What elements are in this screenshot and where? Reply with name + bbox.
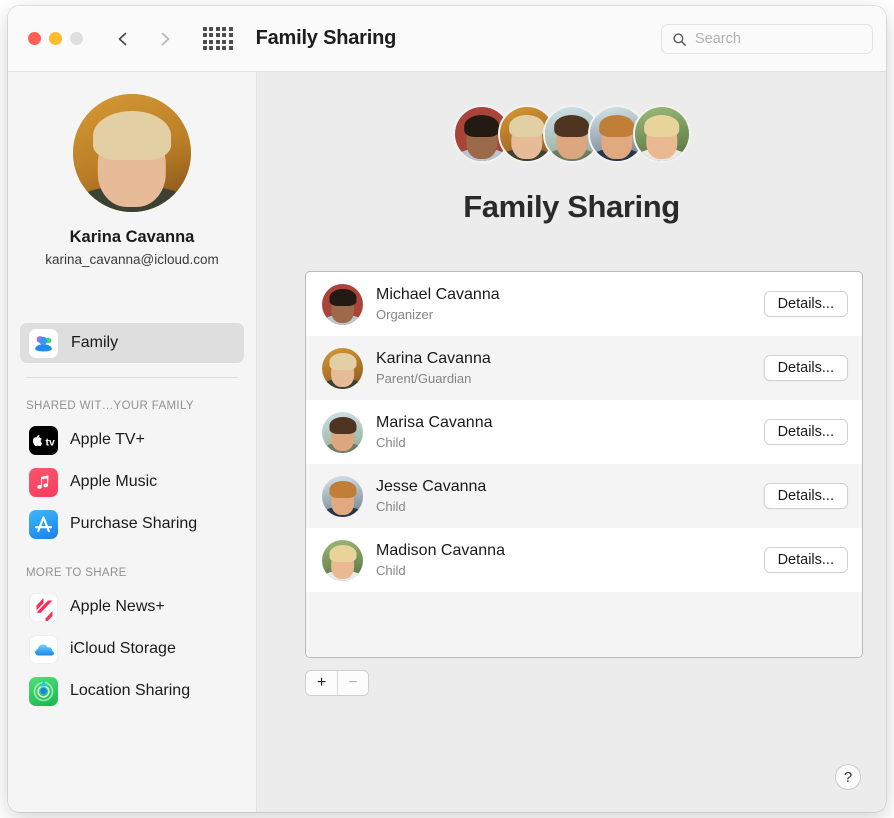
chevron-left-icon [118,32,127,45]
sidebar: Karina Cavanna karina_cavanna@icloud.com… [8,72,257,812]
family-avatar-cluster [257,72,886,163]
sidebar-item-apple-news-plus[interactable]: Apple News+ [8,586,256,628]
member-role: Parent/Guardian [376,371,472,386]
app-store-icon [29,509,58,539]
karina-avatar [73,94,191,212]
sidebar-item-label: Purchase Sharing [70,515,198,532]
member-name: Karina Cavanna [376,350,491,367]
table-row[interactable]: Michael Cavanna Organizer Details... [306,272,862,336]
account-profile: Karina Cavanna karina_cavanna@icloud.com [8,72,256,267]
profile-email: karina_cavanna@icloud.com [45,252,219,267]
traffic-light-group [28,32,83,45]
icloud-icon [29,634,58,664]
sidebar-item-apple-tv-plus[interactable]: tv Apple TV+ [8,419,256,461]
madison-avatar [632,105,691,163]
forward-button[interactable] [157,31,173,47]
search-placeholder: Search [695,31,741,47]
add-remove-segmented-control: + − [305,670,369,696]
member-info: Jesse Cavanna Child [376,478,764,514]
marisa-avatar [322,411,363,453]
table-row[interactable]: Madison Cavanna Child Details... [306,528,862,592]
details-button[interactable]: Details... [763,483,848,509]
family-members-panel: Michael Cavanna Organizer Details... Kar… [305,271,863,658]
member-role: Organizer [376,307,434,322]
family-group-icon [29,328,58,358]
sidebar-item-purchase-sharing[interactable]: Purchase Sharing [8,503,256,545]
empty-list-area [306,592,862,657]
michael-avatar [322,283,363,325]
jesse-avatar [322,475,363,517]
window-title: Family Sharing [255,27,397,49]
navigation-buttons [115,31,173,47]
karina-avatar [322,347,363,389]
sidebar-item-icloud-storage[interactable]: iCloud Storage [8,628,256,670]
member-info: Karina Cavanna Parent/Guardian [376,350,764,386]
apple-tv-plus-icon: tv [29,425,58,455]
svg-text:tv: tv [46,436,55,448]
add-member-button[interactable]: + [306,671,337,695]
sidebar-item-label: Family [71,334,119,351]
profile-name: Karina Cavanna [69,228,195,246]
sidebar-item-location-sharing[interactable]: Location Sharing [8,670,256,712]
apple-music-icon [29,467,58,497]
member-info: Michael Cavanna Organizer [376,286,764,322]
madison-avatar [322,539,363,581]
sidebar-item-label: Location Sharing [70,682,191,699]
details-button[interactable]: Details... [763,419,848,445]
member-info: Madison Cavanna Child [376,542,764,578]
member-role: Child [376,435,406,450]
member-name: Michael Cavanna [376,286,500,303]
avatar[interactable] [73,94,191,212]
member-name: Madison Cavanna [376,542,505,559]
search-field[interactable]: Search [661,24,873,54]
chevron-right-icon [161,32,170,45]
help-button[interactable]: ? [835,764,861,790]
zoom-window-button [70,32,83,45]
find-my-icon [29,676,58,706]
main-content: Family Sharing Michael Cavanna Organizer… [257,72,886,812]
family-sharing-window: Family Sharing Search Karina Cavanna kar… [8,6,886,812]
apple-news-plus-icon [29,592,58,622]
details-button[interactable]: Details... [763,547,848,573]
table-row[interactable]: Jesse Cavanna Child Details... [306,464,862,528]
details-button[interactable]: Details... [763,291,848,317]
table-row[interactable]: Marisa Cavanna Child Details... [306,400,862,464]
member-role: Child [376,499,406,514]
remove-member-button: − [337,671,368,695]
sidebar-item-label: Apple News+ [70,598,165,615]
section-header-shared: SHARED WIT…YOUR FAMILY [26,400,194,412]
minimize-window-button[interactable] [49,32,62,45]
member-role: Child [376,563,406,578]
sidebar-item-family[interactable]: Family [20,323,244,363]
page-title: Family Sharing [463,189,680,224]
member-info: Marisa Cavanna Child [376,414,764,450]
sidebar-item-label: Apple Music [70,473,158,490]
sidebar-item-apple-music[interactable]: Apple Music [8,461,256,503]
member-name: Marisa Cavanna [376,414,493,431]
close-window-button[interactable] [28,32,41,45]
member-name: Jesse Cavanna [376,478,487,495]
back-button[interactable] [115,31,131,47]
section-header-more: MORE TO SHARE [26,567,127,579]
show-all-grid-icon[interactable] [203,26,233,51]
details-button[interactable]: Details... [763,355,848,381]
table-row[interactable]: Karina Cavanna Parent/Guardian Details..… [306,336,862,400]
sidebar-item-label: Apple TV+ [70,431,145,448]
search-icon [673,32,686,46]
sidebar-item-label: iCloud Storage [70,640,176,657]
window-toolbar: Family Sharing Search [8,6,886,72]
